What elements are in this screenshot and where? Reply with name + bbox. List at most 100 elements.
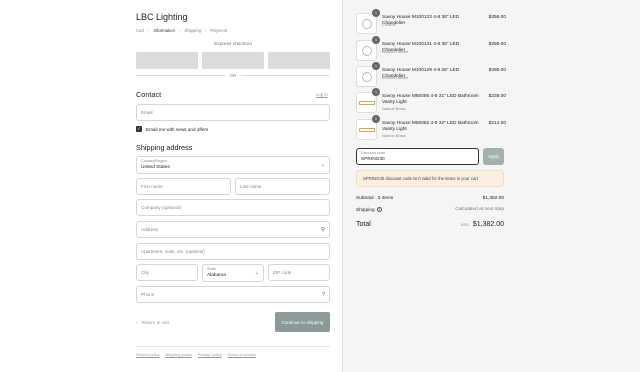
newsletter-checkbox-row[interactable]: ✓ Email me with news and offers <box>136 126 208 132</box>
item-price: $288.00 <box>488 42 506 47</box>
refund-policy-link[interactable]: Refund policy <box>136 352 160 357</box>
item-name: Savoy House M80085 4-8 31" LED Bathroom … <box>382 94 479 105</box>
contact-title: Contact <box>136 90 162 99</box>
zip-field[interactable]: ZIP code <box>268 264 330 281</box>
store-name[interactable]: LBC Lighting <box>136 12 188 22</box>
item-price: $356.00 <box>488 15 506 20</box>
privacy-policy-link[interactable]: Privacy policy <box>198 352 222 357</box>
first-name-placeholder: First name <box>141 184 163 189</box>
return-to-cart-label: Return to cart <box>141 320 170 325</box>
vanity-light-icon <box>359 128 375 132</box>
total-value: $1,382.00 <box>472 221 504 228</box>
search-icon: ⚲ <box>320 227 325 233</box>
item-variant: Natural Brass <box>382 133 406 138</box>
chandelier-icon <box>362 19 372 29</box>
vanity-light-icon <box>359 101 375 105</box>
first-name-field[interactable]: First name <box>136 178 231 195</box>
email-field[interactable]: Email <box>136 104 330 121</box>
shipping-label: Shipping <box>356 208 375 213</box>
cart-item: 1 Savoy House M80082 4-8 32" LED Bathroo… <box>356 115 506 141</box>
chevron-right-icon: › <box>148 28 150 33</box>
email-placeholder: Email <box>141 110 153 115</box>
country-label: Country/Region <box>141 159 168 163</box>
city-placeholder: City <box>141 270 149 275</box>
discount-code-input[interactable]: Discount code SPRING30 <box>356 148 479 165</box>
chevron-right-icon: › <box>178 28 181 33</box>
cart-item: 1 Savoy House M100129 4-8 26" LED Chande… <box>356 62 506 88</box>
shipping-row: Shipping? Calculated at next step <box>356 207 504 213</box>
login-link[interactable]: Log in <box>316 92 328 97</box>
checkout-form-pane: LBC Lighting Cart › Information › Shippi… <box>0 0 342 372</box>
discount-code-value: SPRING30 <box>361 157 385 162</box>
subtotal-row: Subtotal · 5 items $1,382.00 <box>356 196 504 201</box>
item-variant: Brushed Nickel <box>382 75 409 80</box>
city-field[interactable]: City <box>136 264 198 281</box>
item-name: Savoy House M100123 4-8 36" LED Chandeli… <box>382 15 460 26</box>
country-value: United States <box>141 165 170 170</box>
terms-of-service-link[interactable]: Terms of service <box>228 352 256 357</box>
apply-discount-button[interactable]: Apply <box>483 148 504 165</box>
subtotal-value: $1,382.00 <box>482 196 504 201</box>
chevron-left-icon: ‹ <box>136 320 138 325</box>
shipping-value: Calculated at next step <box>455 207 504 212</box>
shipping-address-title: Shipping address <box>136 143 193 152</box>
last-name-field[interactable]: Last name <box>235 178 330 195</box>
breadcrumb: Cart › Information › Shipping › Payment <box>136 28 227 33</box>
cart-item: 1 Savoy House M100141 4-8 36" LED Chande… <box>356 36 506 62</box>
chandelier-icon <box>362 46 372 56</box>
item-variant: Brushed Nickel <box>382 49 409 54</box>
quantity-badge: 1 <box>372 36 380 44</box>
help-icon[interactable]: ? <box>376 207 382 212</box>
express-checkout-label: Express checkout <box>214 42 252 47</box>
express-checkout-buttons <box>136 52 330 69</box>
chevron-right-icon: › <box>205 28 207 33</box>
or-label: OR <box>229 73 237 78</box>
country-select[interactable]: Country/Region United States ⌄ <box>136 156 330 174</box>
breadcrumb-cart[interactable]: Cart <box>136 28 144 33</box>
shipping-policy-link[interactable]: Shipping policy <box>166 352 192 357</box>
quantity-badge: 1 <box>372 9 380 17</box>
state-value: Alabama <box>207 273 226 278</box>
newsletter-checkbox[interactable]: ✓ <box>136 126 142 132</box>
subtotal-label: Subtotal · 5 items <box>356 196 394 201</box>
address-field[interactable]: Address ⚲ <box>136 221 330 238</box>
express-pay-button-3[interactable] <box>268 52 330 69</box>
item-price: $238.00 <box>488 94 506 99</box>
total-label: Total <box>356 221 371 228</box>
divider-line <box>241 75 331 76</box>
company-field[interactable]: Company (optional) <box>136 199 330 216</box>
item-price: $286.00 <box>488 68 506 73</box>
phone-field[interactable]: Phone ? <box>136 286 330 303</box>
item-name: Savoy House M80082 4-8 32" LED Bathroom … <box>382 121 479 132</box>
chevron-down-icon: ⌄ <box>254 270 259 276</box>
total-row: Total USD $1,382.00 <box>356 221 504 228</box>
help-icon[interactable]: ? <box>322 292 325 298</box>
divider-line <box>136 75 225 76</box>
discount-warning-message: SPRING30 discount code isn't valid for t… <box>356 170 504 187</box>
breadcrumb-payment: Payment <box>210 28 228 33</box>
quantity-badge: 1 <box>372 115 380 123</box>
express-pay-button-2[interactable] <box>202 52 264 69</box>
breadcrumb-shipping: Shipping <box>184 28 202 33</box>
cart-item: 1 Savoy House M100123 4-8 36" LED Chande… <box>356 9 506 35</box>
return-to-cart-link[interactable]: ‹ Return to cart <box>136 320 169 325</box>
newsletter-label: Email me with news and offers <box>146 126 209 132</box>
phone-placeholder: Phone <box>141 292 155 297</box>
item-price: $214.00 <box>488 121 506 126</box>
chandelier-icon <box>362 72 372 82</box>
breadcrumb-information: Information <box>153 28 175 33</box>
quantity-badge: 1 <box>372 62 380 70</box>
address-placeholder: Address <box>141 227 158 232</box>
state-select[interactable]: State Alabama ⌄ <box>202 264 264 282</box>
footer-divider <box>136 346 330 347</box>
last-name-placeholder: Last name <box>240 184 262 189</box>
checkout-page: LBC Lighting Cart › Information › Shippi… <box>0 0 640 372</box>
express-pay-button-1[interactable] <box>136 52 198 69</box>
chevron-down-icon: ⌄ <box>320 162 325 168</box>
item-variant: Natural Brass <box>382 106 406 111</box>
company-placeholder: Company (optional) <box>141 205 182 210</box>
item-variant: Chrome <box>382 22 396 27</box>
apartment-field[interactable]: Apartment, suite, etc. (optional) <box>136 243 330 260</box>
continue-to-shipping-button[interactable]: Continue to shipping <box>275 312 330 332</box>
quantity-badge: 1 <box>372 88 380 96</box>
